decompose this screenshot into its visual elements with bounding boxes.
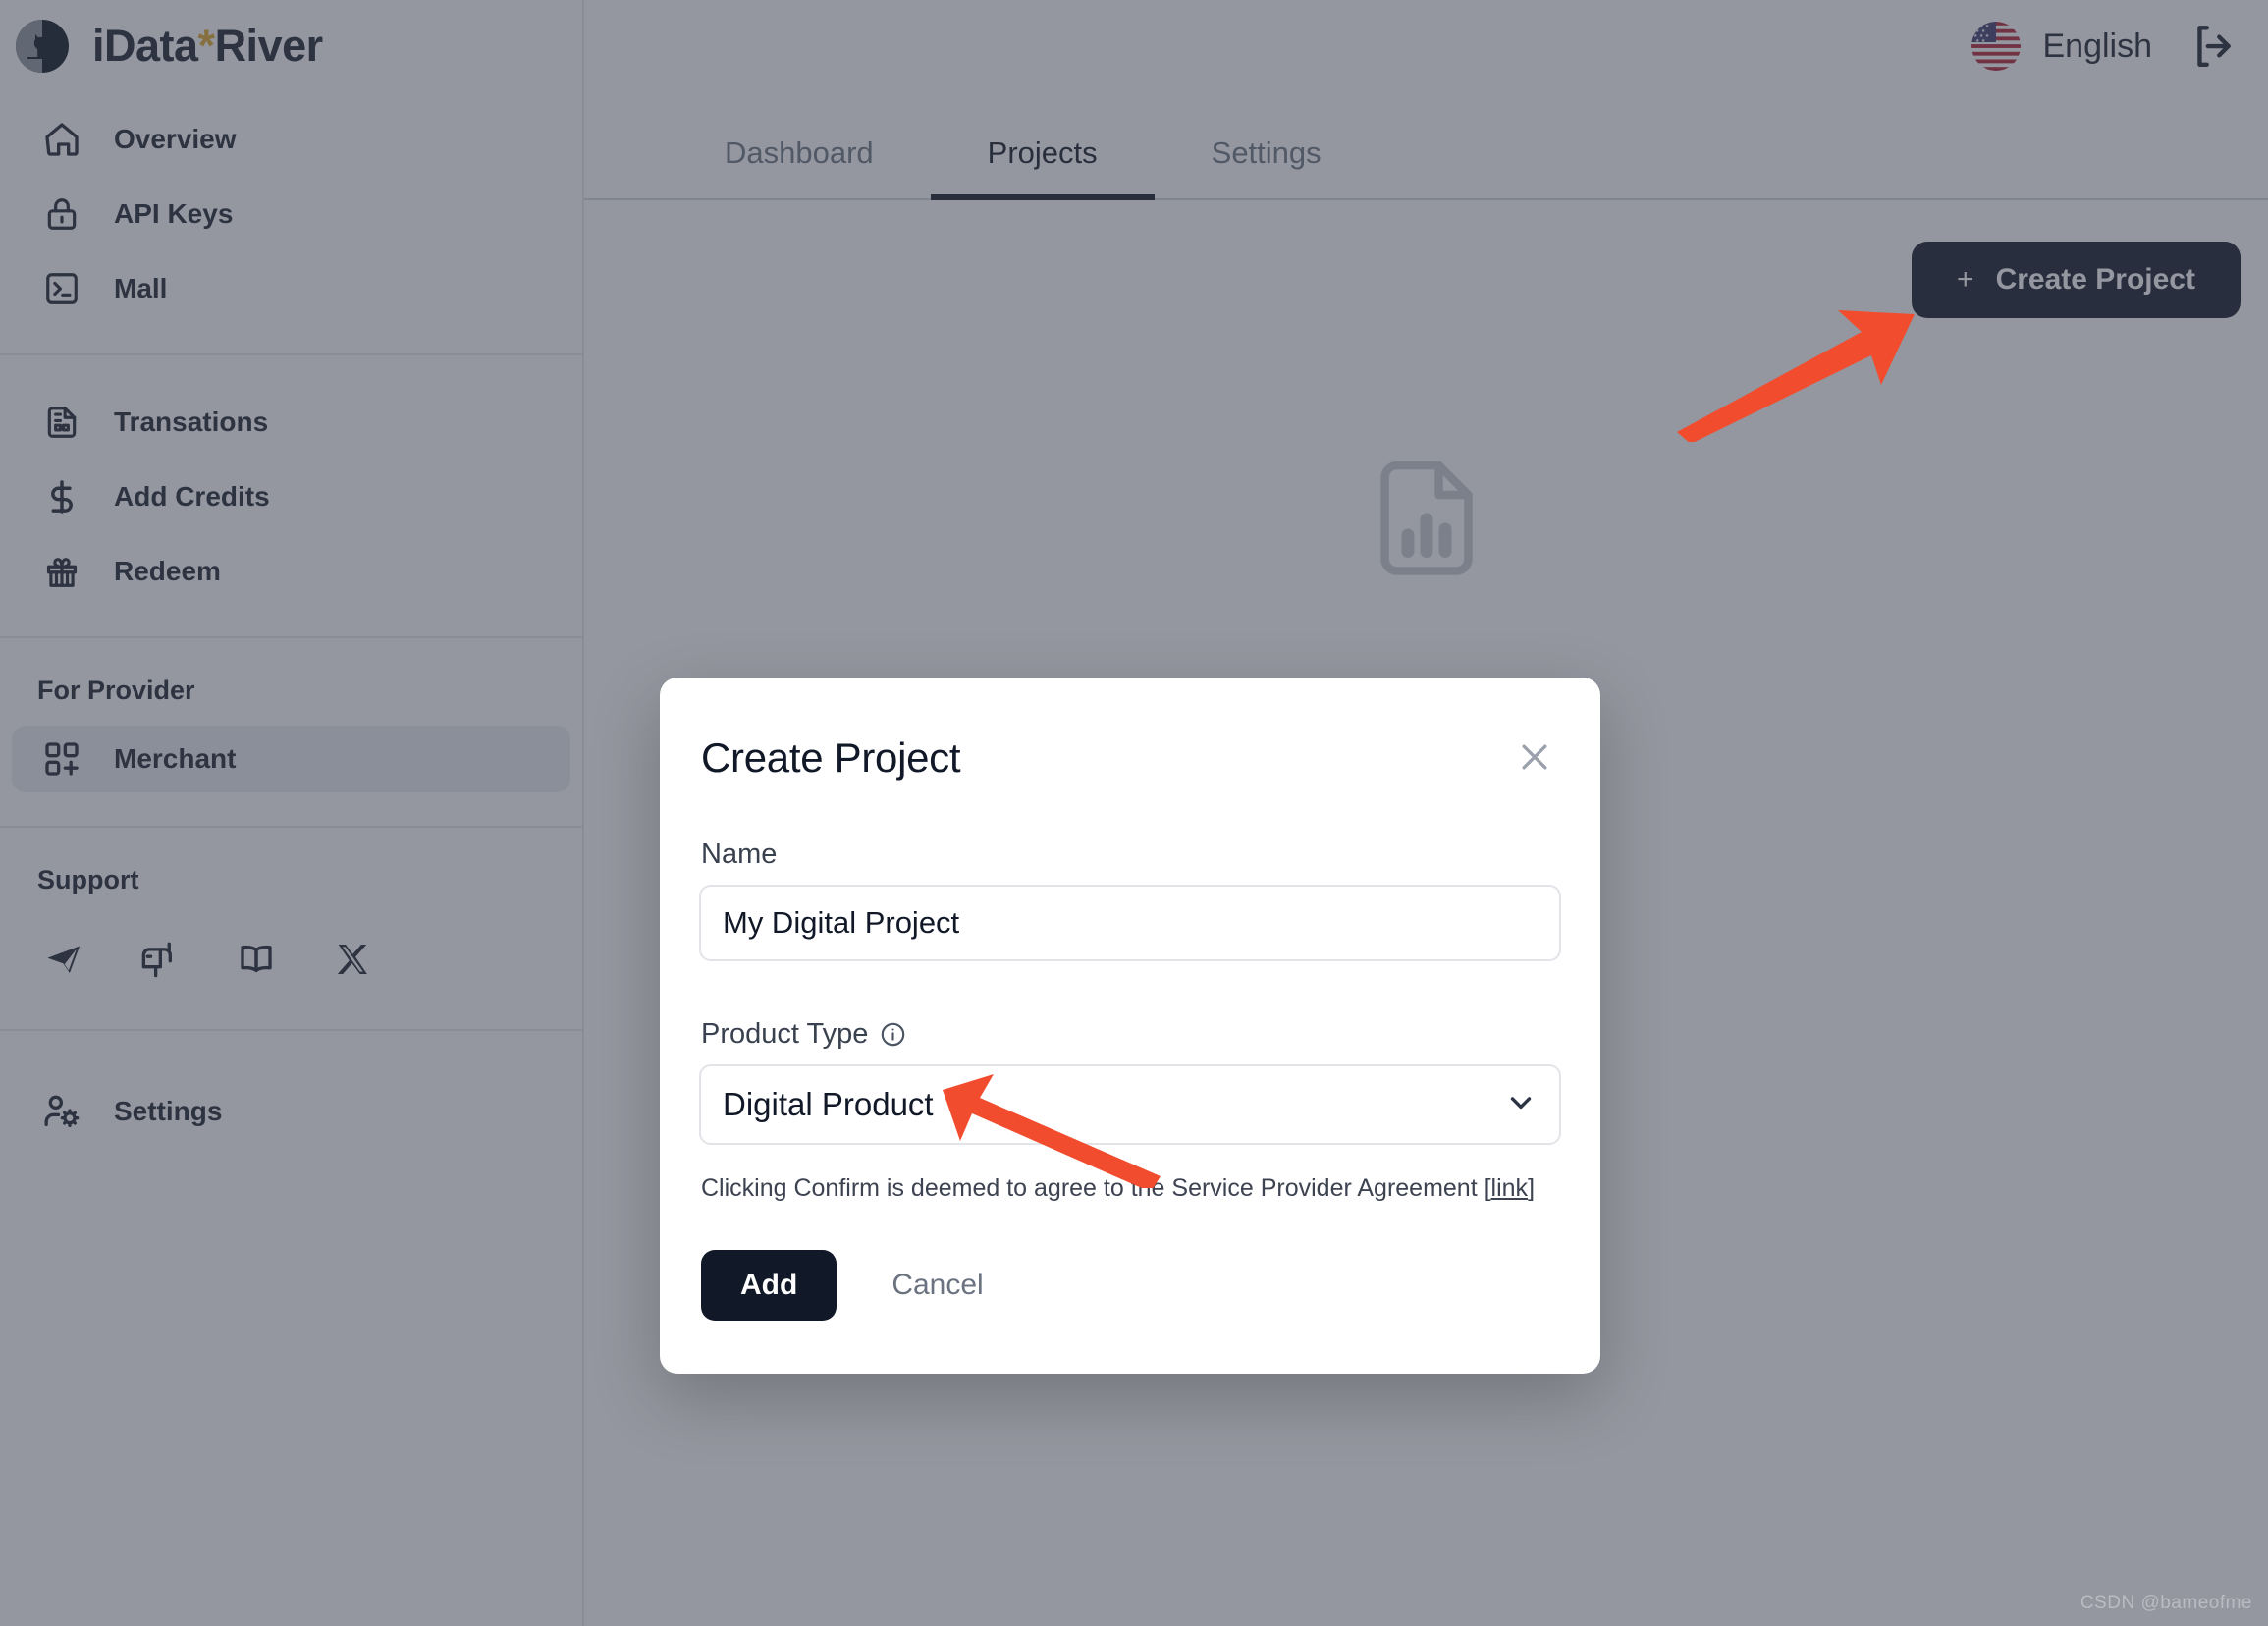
app-root: iData*River Overview xyxy=(0,0,2268,1626)
info-circle-icon[interactable] xyxy=(880,1021,906,1048)
product-type-label: Product Type xyxy=(701,1018,1561,1051)
add-button[interactable]: Add xyxy=(701,1250,837,1321)
project-name-input[interactable] xyxy=(699,885,1561,961)
name-label-text: Name xyxy=(701,839,778,870)
modal-actions: Add Cancel xyxy=(701,1250,1561,1321)
close-icon[interactable] xyxy=(1512,734,1557,780)
product-type-select-wrap: Digital Product xyxy=(699,1064,1561,1145)
watermark: CSDN @bameofme xyxy=(2079,1593,2252,1613)
product-type-label-text: Product Type xyxy=(701,1018,869,1050)
agreement-text-end: ] xyxy=(1528,1174,1536,1202)
modal-header: Create Project xyxy=(699,734,1561,782)
product-type-value: Digital Product xyxy=(723,1086,934,1122)
product-type-select[interactable]: Digital Product xyxy=(699,1064,1561,1145)
cancel-button[interactable]: Cancel xyxy=(874,1269,1000,1302)
modal-title: Create Project xyxy=(701,734,961,781)
create-project-modal: Create Project Name Product Type xyxy=(660,678,1600,1374)
agreement-text-start: Clicking Confirm is deemed to agree to t… xyxy=(701,1174,1491,1202)
service-provider-agreement-link[interactable]: link xyxy=(1491,1174,1529,1202)
name-label: Name xyxy=(701,839,1561,871)
agreement-text: Clicking Confirm is deemed to agree to t… xyxy=(701,1174,1561,1203)
